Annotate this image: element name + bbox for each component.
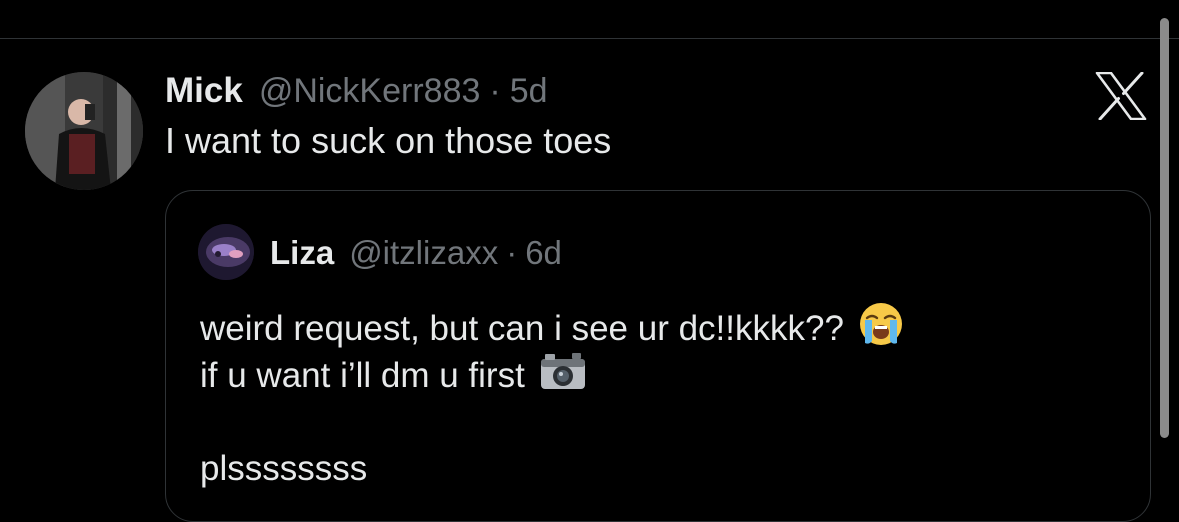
quoted-tweet-header: Liza @itzlizaxx · 6d [270,231,562,275]
tweet-text: I want to suck on those toes [165,120,612,161]
quoted-tweet-timestamp[interactable]: 6d [525,234,562,272]
quoted-text-line: if u want i’ll dm u first [200,351,587,400]
author-handle[interactable]: @NickKerr883 [259,72,481,111]
quoted-text-line-1: weird request, but can i see ur dc!!kkkk… [200,308,844,348]
loudly-crying-face-emoji-icon [858,301,904,356]
quoted-avatar-photo-icon [198,224,254,280]
top-divider [0,38,1179,39]
quoted-tweet-card[interactable]: Liza @itzlizaxx · 6d weird request, but … [165,190,1151,522]
camera-with-flash-emoji-icon [539,351,587,400]
tweet-header: Mick @NickKerr883 · 5d [165,70,548,112]
quoted-text-line-2: if u want i’ll dm u first [200,355,525,395]
quoted-separator-dot: · [506,234,518,271]
x-logo-icon [1095,71,1147,121]
author-name[interactable]: Mick [165,71,243,111]
tweet-timestamp[interactable]: 5d [510,72,548,111]
quoted-author-handle[interactable]: @itzlizaxx [349,234,498,272]
scrollbar[interactable] [1160,18,1169,438]
quoted-author-name[interactable]: Liza [270,234,334,272]
avatar-photo-icon [25,72,143,190]
avatar[interactable] [25,72,143,190]
quoted-text-line: weird request, but can i see ur dc!!kkkk… [200,301,904,356]
quoted-avatar[interactable] [198,224,254,280]
quoted-text-line-3: plssssssss [200,449,368,488]
separator-dot: · [489,71,501,110]
